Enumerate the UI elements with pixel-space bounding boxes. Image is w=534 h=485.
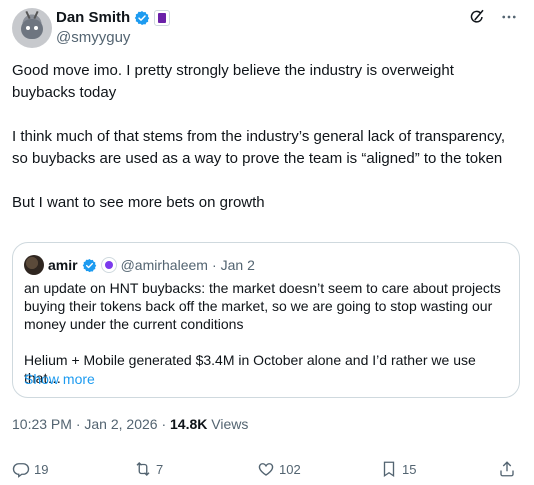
action-bar: 19 7 102 15: [12, 460, 518, 480]
author-avatar[interactable]: [12, 8, 52, 48]
show-more-link[interactable]: Show more: [24, 371, 95, 387]
quoted-author-name: amir: [48, 257, 78, 273]
share-button[interactable]: [498, 460, 516, 478]
author-display-name[interactable]: Dan Smith: [56, 9, 130, 27]
reply-count: 19: [34, 461, 49, 477]
tweet-time[interactable]: 10:23 PM: [12, 416, 72, 432]
quoted-paragraph: an update on HNT buybacks: the market do…: [24, 280, 501, 332]
grok-icon[interactable]: [468, 8, 486, 26]
quoted-tweet-text: an update on HNT buybacks: the market do…: [24, 279, 510, 387]
author-handle[interactable]: @smyyguy: [56, 29, 130, 46]
verified-badge-icon: [82, 258, 96, 272]
bookmark-count: 15: [402, 461, 417, 477]
tweet-paragraph: Good move imo. I pretty strongly believe…: [12, 62, 454, 101]
affiliation-badge-icon[interactable]: [154, 10, 171, 26]
tweet-text: Good move imo. I pretty strongly believe…: [12, 60, 518, 214]
share-icon: [500, 461, 514, 477]
tweet-header: Dan Smith @smyyguy: [12, 8, 522, 48]
repost-icon: [136, 462, 150, 476]
reply-icon: [12, 463, 30, 478]
author-name-row: Dan Smith: [56, 9, 171, 27]
like-count: 102: [279, 461, 301, 477]
bookmark-button[interactable]: 15: [380, 460, 416, 478]
more-icon[interactable]: [500, 8, 518, 26]
separator: ·: [211, 257, 217, 273]
repost-button[interactable]: 7: [134, 460, 163, 478]
separator: ·: [75, 416, 81, 432]
quoted-paragraph: Helium + Mobile generated $3.4M in Octob…: [24, 352, 476, 386]
separator: ·: [161, 416, 167, 432]
reply-button[interactable]: 19: [12, 460, 48, 478]
tweet-metadata: 10:23 PM · Jan 2, 2026 · 14.8K Views: [12, 416, 248, 432]
quoted-tweet-date: Jan 2: [220, 257, 255, 273]
affiliation-badge-icon: [100, 257, 117, 273]
tweet-paragraph: I think much of that stems from the indu…: [12, 128, 506, 167]
like-icon: [258, 463, 274, 476]
like-button[interactable]: 102: [257, 460, 301, 478]
views-count: 14.8K: [170, 416, 208, 432]
repost-count: 7: [156, 461, 164, 477]
views-label: Views: [211, 416, 249, 432]
bookmark-icon: [383, 461, 395, 478]
tweet-paragraph: But I want to see more bets on growth: [12, 194, 265, 211]
tweet-date[interactable]: Jan 2, 2026: [84, 416, 157, 432]
verified-badge-icon: [134, 11, 150, 25]
quoted-tweet[interactable]: amir @amirhaleem · Jan 2 an update on HN…: [12, 242, 520, 398]
quoted-tweet-header: amir @amirhaleem · Jan 2: [24, 255, 255, 275]
quoted-author-handle: @amirhaleem: [120, 257, 208, 273]
header-actions: [468, 8, 518, 26]
quoted-author-avatar[interactable]: [24, 255, 44, 275]
